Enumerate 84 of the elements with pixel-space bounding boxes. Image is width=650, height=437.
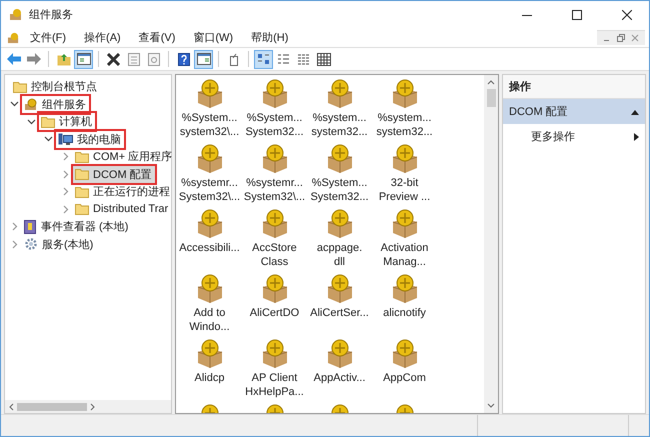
menu-item[interactable]: 操作(A) xyxy=(74,30,129,45)
action-pane-icon xyxy=(196,53,210,65)
app-menu-icon[interactable] xyxy=(7,32,20,44)
action-item[interactable]: 更多操作 xyxy=(503,124,645,149)
component-item[interactable]: 32-bit Preview ... xyxy=(372,144,437,209)
folder-icon xyxy=(13,80,27,93)
collapse-triangle-icon xyxy=(631,108,639,114)
action-section-header[interactable]: DCOM 配置 xyxy=(503,99,645,124)
folder-icon xyxy=(75,168,89,180)
component-item[interactable]: acppage. dll xyxy=(307,209,372,274)
component-item[interactable]: %system... system32... xyxy=(372,79,437,144)
actions-header: 操作 xyxy=(503,75,645,99)
chevron-down-icon[interactable] xyxy=(10,101,19,108)
large-icons-view-icon xyxy=(256,52,270,66)
scroll-left-icon[interactable] xyxy=(8,402,14,410)
chevron-right-icon[interactable] xyxy=(62,187,68,196)
component-item[interactable]: AP Client HxHelpPa... xyxy=(242,339,307,404)
component-item[interactable]: AliCertDO xyxy=(242,274,307,339)
submenu-arrow-icon xyxy=(634,132,639,140)
folder-icon xyxy=(75,203,89,216)
component-item[interactable]: AppCom xyxy=(372,339,437,404)
scroll-thumb[interactable] xyxy=(486,89,496,107)
export-icon xyxy=(228,52,240,66)
app-icon xyxy=(9,8,23,21)
scroll-thumb[interactable] xyxy=(17,402,87,410)
close-icon[interactable] xyxy=(631,34,639,42)
chevron-right-icon[interactable] xyxy=(62,152,68,162)
tree-item[interactable]: Distributed Trar xyxy=(71,200,174,218)
toolbar-button[interactable] xyxy=(74,50,93,68)
help-icon xyxy=(178,52,190,66)
component-item[interactable]: alicnotify xyxy=(372,274,437,339)
component-item[interactable]: Accessibili... xyxy=(177,209,242,274)
menu-item[interactable]: 窗口(W) xyxy=(183,30,242,45)
component-services-icon xyxy=(24,98,38,111)
scroll-down-icon[interactable] xyxy=(487,403,495,409)
menu-item[interactable]: 查看(V) xyxy=(128,30,184,45)
back-arrow-icon xyxy=(6,53,20,65)
component-item[interactable]: Add to Windo... xyxy=(177,274,242,339)
chevron-right-icon[interactable] xyxy=(12,240,18,249)
chevron-down-icon[interactable] xyxy=(44,136,53,142)
component-item[interactable]: %System... System32... xyxy=(307,144,372,209)
close-icon xyxy=(622,10,632,20)
gear-icon xyxy=(24,237,38,252)
tree-item[interactable]: 组件服务 xyxy=(20,94,91,115)
toolbar-button[interactable] xyxy=(194,50,213,68)
computer-icon xyxy=(58,132,73,146)
chevron-right-icon[interactable] xyxy=(62,170,68,179)
menu-item[interactable]: 帮助(H) xyxy=(241,30,296,45)
details-view-icon xyxy=(316,52,330,66)
refresh-icon xyxy=(148,52,160,66)
delete-icon xyxy=(107,52,120,66)
tree-pane-icon xyxy=(76,53,90,65)
window-title: 组件服务 xyxy=(29,8,73,22)
component-item[interactable]: Alidcp xyxy=(177,339,242,404)
tree-item[interactable]: 我的电脑 xyxy=(54,128,126,150)
component-item[interactable]: AppActiv... xyxy=(307,339,372,404)
event-viewer-icon xyxy=(24,220,37,234)
forward-arrow-icon xyxy=(26,53,40,65)
component-item[interactable]: %systemr... System32\... xyxy=(177,144,242,209)
properties-icon xyxy=(128,52,140,66)
restore-icon[interactable] xyxy=(617,34,625,42)
vertical-scrollbar[interactable] xyxy=(484,75,498,413)
scroll-up-icon[interactable] xyxy=(487,79,495,85)
maximize-icon xyxy=(572,10,582,20)
list-view-icon xyxy=(296,52,310,66)
component-item[interactable]: %systemr... System32\... xyxy=(242,144,307,209)
component-item[interactable]: %system... system32... xyxy=(307,79,372,144)
component-item[interactable]: %System... System32... xyxy=(242,79,307,144)
chevron-right-icon[interactable] xyxy=(12,222,18,232)
tree-item[interactable]: DCOM 配置 xyxy=(71,164,157,185)
component-item[interactable]: %System... system32\... xyxy=(177,79,242,144)
horizontal-scrollbar[interactable] xyxy=(5,400,171,413)
scroll-right-icon[interactable] xyxy=(90,402,96,410)
component-item[interactable]: AccStore Class xyxy=(242,209,307,274)
tree-item[interactable]: 计算机 xyxy=(37,111,97,132)
folder-icon xyxy=(41,116,55,128)
folder-up-icon xyxy=(56,52,70,66)
toolbar-button[interactable] xyxy=(254,50,273,68)
chevron-down-icon[interactable] xyxy=(27,118,36,125)
component-item[interactable]: AliCertSer... xyxy=(307,274,372,339)
menu-item[interactable]: 文件(F) xyxy=(20,30,74,45)
small-icons-view-icon xyxy=(276,52,290,66)
component-item[interactable]: Activation Manag... xyxy=(372,209,437,274)
chevron-right-icon[interactable] xyxy=(62,204,68,214)
